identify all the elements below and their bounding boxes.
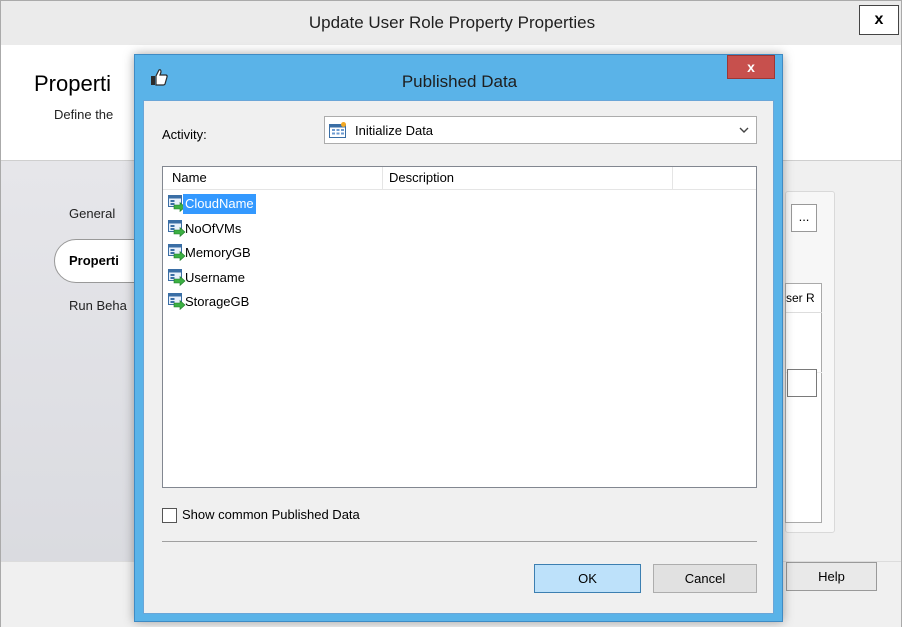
bg-help-button[interactable]: Help xyxy=(786,562,877,591)
chevron-down-icon xyxy=(739,127,749,133)
published-data-dialog: Published Data x Activity: Initialize Da… xyxy=(134,54,783,622)
bg-page-heading: Properti xyxy=(34,71,112,96)
calendar-icon xyxy=(329,122,346,138)
ok-button[interactable]: OK xyxy=(534,564,641,593)
list-item-label: MemoryGB xyxy=(185,245,251,260)
list-item-label: NoOfVMs xyxy=(185,220,242,236)
published-data-list[interactable]: Name Description CloudName NoOfVMs MemoryG… xyxy=(162,166,757,488)
column-header-name[interactable]: Name xyxy=(163,167,383,189)
list-header: Name Description xyxy=(163,167,756,190)
show-common-label[interactable]: Show common Published Data xyxy=(182,507,360,522)
bg-properties-table: ser R xyxy=(785,283,822,523)
bg-close-button[interactable]: x xyxy=(859,5,899,35)
nav-item-properties-label: Properti xyxy=(69,253,119,268)
bg-titlebar: Update User Role Property Properties x xyxy=(1,1,901,46)
bg-page-subheading: Define the xyxy=(54,107,114,122)
list-item-label: CloudName xyxy=(183,194,256,214)
activity-dropdown-value: Initialize Data xyxy=(355,123,434,138)
list-item-label: Username xyxy=(185,269,245,285)
bg-window-title: Update User Role Property Properties xyxy=(308,13,596,32)
dialog-close-button[interactable]: x xyxy=(727,55,775,79)
bg-column-header: ser R xyxy=(786,284,822,313)
nav-item-general[interactable]: General xyxy=(69,206,115,221)
column-header-empty xyxy=(673,167,756,189)
dialog-body: Activity: Initialize Data Name Descripti… xyxy=(143,100,774,614)
activity-dropdown[interactable]: Initialize Data xyxy=(324,116,757,144)
show-common-checkbox[interactable] xyxy=(162,508,177,523)
nav-item-run-behavior[interactable]: Run Beha xyxy=(69,298,127,313)
cancel-button[interactable]: Cancel xyxy=(653,564,757,593)
bg-edit-cell[interactable] xyxy=(787,369,817,397)
bg-browse-button[interactable]: ... xyxy=(791,204,817,232)
column-header-description[interactable]: Description xyxy=(383,167,673,189)
dialog-title: Published Data xyxy=(401,72,518,91)
list-item-label: StorageGB xyxy=(185,294,250,309)
divider xyxy=(162,541,757,542)
bg-nav-panel xyxy=(1,161,141,561)
activity-label: Activity: xyxy=(162,127,207,142)
